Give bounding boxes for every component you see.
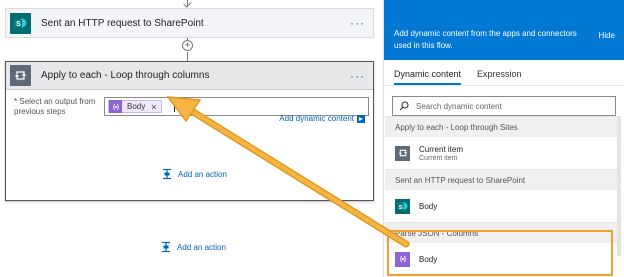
- list-item[interactable]: Body: [385, 243, 617, 275]
- loop-icon: [395, 145, 410, 161]
- add-action-icon: [162, 241, 170, 253]
- dynamic-content-list: Apply to each - Loop through Sites Curre…: [385, 116, 617, 275]
- add-action-label: Add an action: [177, 242, 226, 252]
- step-title: Sent an HTTP request to SharePoint: [41, 17, 204, 29]
- sharepoint-icon: S: [10, 12, 31, 34]
- expression-icon: [395, 251, 410, 267]
- add-action-label: Add an action: [178, 169, 227, 179]
- apply-to-each-card[interactable]: Apply to each - Loop through columns ···…: [5, 61, 374, 201]
- remove-token-icon[interactable]: ×: [151, 102, 156, 112]
- add-action-button[interactable]: Add an action: [160, 241, 226, 253]
- connector-arrow-icon: [183, 0, 192, 8]
- group-header: Apply to each - Loop through Sites: [385, 116, 617, 137]
- add-action-icon: [163, 168, 171, 180]
- svg-text:S: S: [399, 204, 403, 210]
- search-input[interactable]: [416, 101, 596, 111]
- search-icon: [399, 101, 409, 111]
- loop-icon: [10, 65, 31, 86]
- panel-scrollbar[interactable]: [617, 116, 621, 256]
- required-marker: *: [14, 97, 18, 106]
- svg-text:S: S: [16, 21, 21, 28]
- more-options-icon[interactable]: ···: [350, 69, 365, 83]
- list-item[interactable]: S Body: [385, 190, 617, 222]
- more-options-icon[interactable]: ···: [350, 16, 365, 30]
- expression-icon: [109, 100, 122, 113]
- text-caret: [173, 101, 175, 112]
- tab-dynamic-content[interactable]: Dynamic content: [394, 69, 462, 85]
- dynamic-content-panel: Add dynamic content from the apps and co…: [383, 0, 624, 277]
- add-action-button[interactable]: Add an action: [161, 168, 227, 180]
- field-label: * Select an output from previous steps: [14, 97, 99, 117]
- add-dynamic-content-link[interactable]: Add dynamic content: [279, 114, 354, 123]
- sharepoint-step-card[interactable]: S Sent an HTTP request to SharePoint ···: [5, 8, 374, 38]
- panel-banner: Add dynamic content from the apps and co…: [384, 0, 624, 60]
- item-subtitle: Current item: [419, 154, 458, 162]
- tab-expression[interactable]: Expression: [477, 69, 522, 85]
- item-title: Current item: [419, 144, 464, 154]
- step-title: Apply to each - Loop through columns: [41, 70, 210, 81]
- token-label: Body: [127, 102, 146, 111]
- group-header: Sent an HTTP request to SharePoint: [385, 169, 617, 190]
- item-title: Body: [419, 201, 438, 211]
- hide-panel-button[interactable]: Hide: [599, 31, 615, 40]
- panel-message: Add dynamic content from the apps and co…: [394, 29, 577, 50]
- item-title: Body: [419, 254, 438, 264]
- group-header: Parse JSON - Columns: [385, 222, 617, 243]
- search-box[interactable]: [392, 96, 616, 116]
- add-dynamic-content[interactable]: Add dynamic content: [279, 114, 365, 123]
- sharepoint-icon: S: [395, 198, 410, 214]
- add-dynamic-content-icon[interactable]: [357, 114, 365, 123]
- panel-tabs: Dynamic content Expression: [384, 60, 624, 86]
- field-label-text: Select an output from previous steps: [14, 97, 96, 116]
- list-item[interactable]: Current item Current item: [385, 137, 617, 169]
- dynamic-token[interactable]: Body ×: [108, 100, 162, 113]
- flow-canvas: S Sent an HTTP request to SharePoint ···…: [0, 0, 382, 277]
- insert-step-button[interactable]: +: [182, 40, 193, 51]
- connector-line: [187, 52, 188, 61]
